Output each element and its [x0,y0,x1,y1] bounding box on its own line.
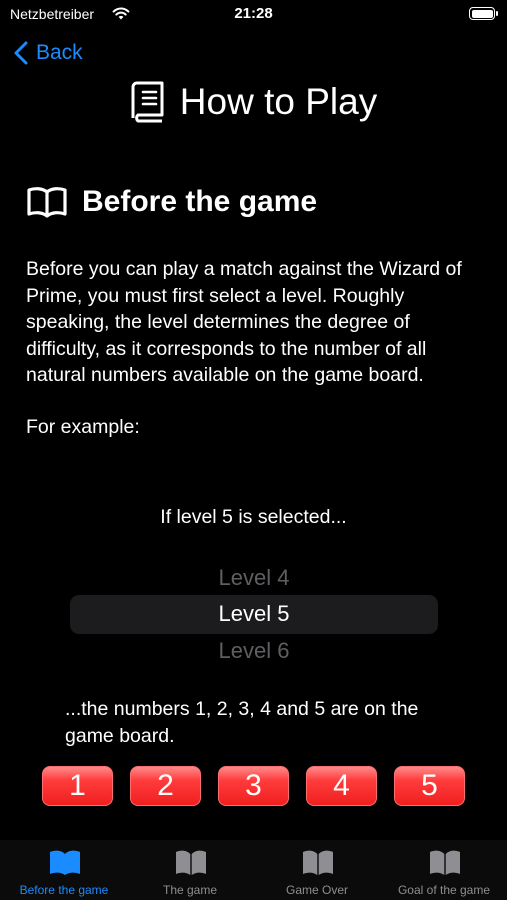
picker-item-selected[interactable]: Level 5 [70,601,438,627]
picker-item[interactable]: Level 4 [70,565,438,591]
tab-the-game[interactable]: The game [127,840,253,900]
tab-game-over[interactable]: Game Over [254,840,380,900]
picker-item[interactable]: Level 6 [70,638,438,664]
tab-label: Goal of the game [397,883,491,897]
level-picker[interactable]: Level 4 Level 5 Level 6 [70,560,438,670]
status-time: 21:28 [234,5,273,22]
page-title: How to Play [179,81,378,122]
number-tile[interactable]: 1 [42,766,113,806]
section-header: Before the game [26,185,317,219]
book-open-icon [303,850,333,875]
page-header: How to Play [0,80,507,124]
battery-icon [469,7,498,20]
book-closed-icon [131,81,164,123]
number-tile[interactable]: 4 [306,766,377,806]
tab-bar: Before the game The game Game Over Goal … [0,840,507,900]
section-title: Before the game [82,185,318,218]
chevron-left-icon [14,41,28,65]
number-tile[interactable]: 2 [130,766,201,806]
book-open-icon [430,850,460,875]
back-label: Back [36,41,83,64]
book-open-icon [176,850,206,875]
tab-goal-of-the-game[interactable]: Goal of the game [381,840,507,900]
book-open-icon [50,850,80,875]
tab-label: The game [162,883,218,897]
back-button[interactable]: Back [14,38,83,68]
tab-label: Game Over [285,883,348,897]
book-open-icon [27,187,67,218]
tab-before-the-game[interactable]: Before the game [1,840,127,900]
tab-label: Before the game [19,883,109,897]
number-tile[interactable]: 5 [394,766,465,806]
example-label: For example: [26,416,140,438]
status-bar: Netzbetreiber 21:28 [0,0,507,30]
section-body: Before you can play a match against the … [26,258,462,386]
example-result-text: ...the numbers 1, 2, 3, 4 and 5 are on t… [65,698,419,747]
example-if-text: If level 5 is selected... [160,506,347,528]
number-tile[interactable]: 3 [218,766,289,806]
